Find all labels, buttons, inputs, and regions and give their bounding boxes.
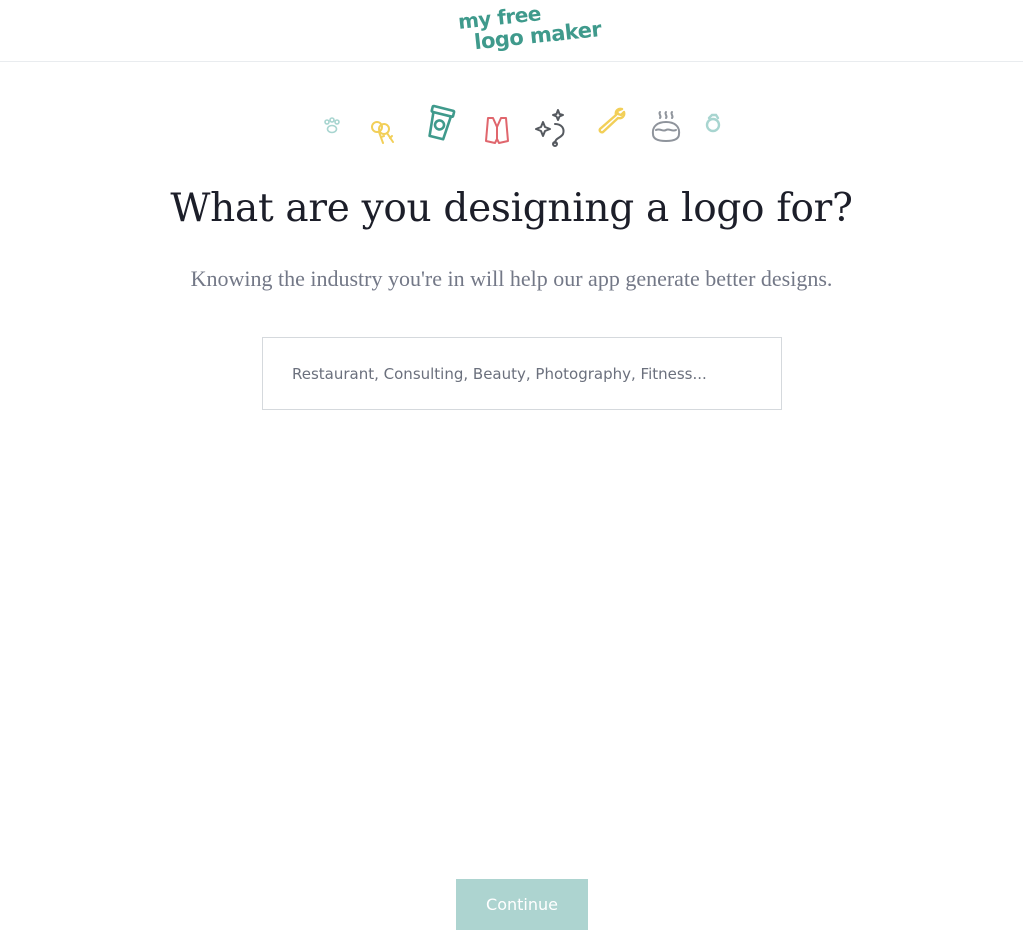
sparkle-icon <box>535 108 571 148</box>
coffee-cup-icon <box>422 104 458 142</box>
industry-icons-row <box>0 100 1023 150</box>
industry-search-box <box>262 337 782 410</box>
ring-icon <box>703 113 723 135</box>
page-title: What are you designing a logo for? <box>170 186 853 231</box>
brand-logo[interactable]: my free logo maker <box>456 0 611 54</box>
paw-icon <box>322 116 342 136</box>
keys-icon <box>369 118 397 146</box>
pie-icon <box>650 110 682 144</box>
header: my free logo maker <box>0 0 1023 62</box>
wrench-icon <box>596 106 628 136</box>
industry-search-input[interactable] <box>263 338 781 409</box>
continue-button[interactable]: Continue <box>456 879 588 930</box>
vest-icon <box>484 115 510 145</box>
page-subtitle: Knowing the industry you're in will help… <box>190 266 833 291</box>
